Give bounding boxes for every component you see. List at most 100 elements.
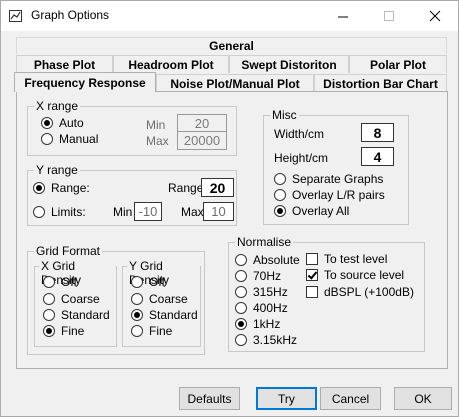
tab-swept-distortion[interactable]: Swept Distoriton — [229, 55, 349, 73]
radio-button-icon — [235, 302, 247, 314]
normalise-315hz-radio[interactable]: 315Hz — [235, 285, 288, 299]
tab-frequency-response[interactable]: Frequency Response — [14, 72, 156, 92]
height-cm-label: Height/cm — [274, 151, 329, 165]
radio-button-icon — [41, 133, 53, 145]
x-max-input[interactable]: 20000 — [177, 131, 227, 150]
radio-button-icon — [43, 309, 55, 321]
tab-distortion-bar-chart[interactable]: Distortion Bar Chart — [314, 74, 447, 92]
radio-button-icon — [131, 293, 143, 305]
normalise-315hz-label: 315Hz — [253, 285, 288, 299]
minimize-icon — [337, 16, 348, 17]
checkbox-checked-icon — [306, 269, 318, 281]
maximize-icon — [383, 10, 394, 21]
radio-button-icon — [235, 334, 247, 346]
x-grid-coarse-radio[interactable]: Coarse — [43, 292, 100, 306]
normalise-70hz-radio[interactable]: 70Hz — [235, 269, 281, 283]
y-grid-fine-label: Fine — [149, 324, 173, 338]
width-cm-input[interactable]: 8 — [361, 123, 394, 142]
normalise-400hz-label: 400Hz — [253, 301, 288, 315]
y-grid-off-label: Off — [149, 275, 165, 289]
checkbox-icon — [306, 286, 318, 298]
normalise-315khz-radio[interactable]: 3.15kHz — [235, 333, 297, 347]
radio-button-icon — [274, 189, 286, 201]
separate-graphs-radio[interactable]: Separate Graphs — [274, 172, 383, 186]
y-grid-standard-radio[interactable]: Standard — [131, 308, 198, 322]
height-cm-input[interactable]: 4 — [361, 147, 394, 166]
cancel-button[interactable]: Cancel — [320, 387, 381, 410]
y-grid-standard-label: Standard — [149, 308, 198, 322]
normalise-1khz-label: 1kHz — [253, 317, 281, 331]
x-grid-coarse-label: Coarse — [61, 292, 100, 306]
y-min-input[interactable]: -10 — [134, 202, 162, 221]
y-grid-coarse-radio[interactable]: Coarse — [131, 292, 188, 306]
y-grid-off-radio[interactable]: Off — [131, 275, 165, 289]
y-grid-coarse-label: Coarse — [149, 292, 188, 306]
radio-button-icon — [131, 325, 143, 337]
x-range-manual-radio[interactable]: Manual — [41, 132, 98, 146]
x-range-manual-label: Manual — [59, 132, 99, 146]
width-cm-label: Width/cm — [274, 127, 325, 141]
misc-label: Misc — [270, 108, 299, 122]
x-range-auto-label: Auto — [59, 116, 84, 130]
to-test-level-checkbox[interactable]: To test level — [306, 252, 387, 266]
tab-noise-plot-manual-plot[interactable]: Noise Plot/Manual Plot — [156, 74, 314, 92]
radio-button-icon — [235, 254, 247, 266]
title-bar: Graph Options — [1, 1, 458, 31]
dbspl-label: dBSPL (+100dB) — [324, 285, 414, 299]
to-source-level-label: To source level — [324, 268, 405, 282]
y-max-label: Max — [181, 205, 204, 219]
radio-button-icon — [33, 206, 45, 218]
tab-general[interactable]: General — [16, 37, 447, 54]
normalise-label: Normalise — [235, 235, 294, 249]
overlay-all-label: Overlay All — [292, 204, 350, 218]
radio-button-icon — [274, 205, 286, 217]
close-button[interactable] — [412, 1, 458, 31]
y-range-limits-radio[interactable]: Limits: — [33, 205, 86, 219]
tab-phase-plot[interactable]: Phase Plot — [16, 55, 113, 73]
y-range-range-radio[interactable]: Range: — [33, 181, 90, 195]
x-grid-standard-label: Standard — [61, 308, 110, 322]
overlay-lr-pairs-radio[interactable]: Overlay L/R pairs — [274, 188, 385, 202]
normalise-400hz-radio[interactable]: 400Hz — [235, 301, 288, 315]
x-grid-fine-label: Fine — [61, 324, 85, 338]
dbspl-checkbox[interactable]: dBSPL (+100dB) — [306, 285, 414, 299]
defaults-button[interactable]: Defaults — [179, 387, 240, 410]
ok-button[interactable]: OK — [394, 387, 452, 410]
radio-button-icon — [235, 286, 247, 298]
normalise-absolute-radio[interactable]: Absolute — [235, 253, 300, 267]
normalise-1khz-radio[interactable]: 1kHz — [235, 317, 280, 331]
radio-button-icon — [41, 117, 53, 129]
y-max-input[interactable]: 10 — [203, 202, 234, 221]
x-range-label: X range — [34, 99, 81, 113]
y-grid-fine-radio[interactable]: Fine — [131, 324, 172, 338]
grid-format-label: Grid Format — [34, 244, 103, 258]
y-range-label: Y range — [34, 163, 80, 177]
tab-headroom-plot[interactable]: Headroom Plot — [113, 55, 229, 73]
overlay-all-radio[interactable]: Overlay All — [274, 204, 349, 218]
app-icon — [9, 9, 23, 23]
x-max-label: Max — [146, 134, 169, 148]
close-icon — [429, 10, 441, 22]
radio-button-icon — [43, 325, 55, 337]
x-grid-off-label: Off — [61, 275, 77, 289]
minimize-button[interactable] — [320, 1, 366, 31]
normalise-70hz-label: 70Hz — [253, 269, 282, 283]
radio-button-icon — [274, 173, 286, 185]
x-grid-off-radio[interactable]: Off — [43, 275, 77, 289]
radio-button-icon — [131, 309, 143, 321]
y-range-value-input[interactable]: 20 — [201, 178, 234, 197]
radio-button-icon — [33, 182, 45, 194]
maximize-button[interactable] — [366, 1, 412, 31]
tab-polar-plot[interactable]: Polar Plot — [349, 55, 447, 73]
graph-options-window: Graph Options General Phase Plot Headroo… — [0, 0, 459, 417]
to-source-level-checkbox[interactable]: To source level — [306, 268, 404, 282]
overlay-lr-pairs-label: Overlay L/R pairs — [292, 188, 385, 202]
y-range-range-option-label: Range: — [51, 181, 90, 195]
x-grid-standard-radio[interactable]: Standard — [43, 308, 110, 322]
radio-button-icon — [43, 293, 55, 305]
x-grid-fine-radio[interactable]: Fine — [43, 324, 84, 338]
x-range-auto-radio[interactable]: Auto — [41, 116, 84, 130]
try-button[interactable]: Try — [256, 387, 317, 410]
to-test-level-label: To test level — [324, 252, 388, 266]
checkbox-icon — [306, 253, 318, 265]
